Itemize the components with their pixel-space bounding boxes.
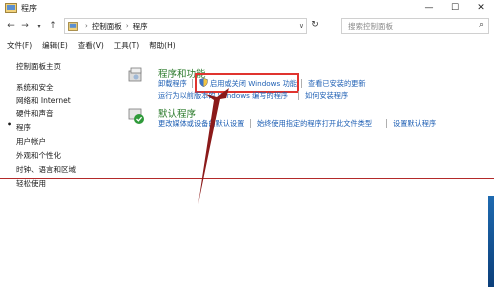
search-placeholder: 搜索控制面板: [348, 21, 393, 31]
desktop-background-strip: [488, 196, 494, 287]
sidebar-item-ease-of-access[interactable]: 轻松使用: [16, 178, 46, 189]
refresh-icon[interactable]: ↻: [308, 18, 322, 32]
back-arrow-icon[interactable]: ←: [4, 19, 18, 33]
control-panel-icon: [5, 3, 17, 13]
forward-arrow-icon[interactable]: →: [18, 19, 32, 33]
sidebar: 控制面板主页 系统和安全 网络和 Internet 硬件和声音 • 程序 用户帐…: [0, 52, 110, 287]
close-button[interactable]: ✕: [468, 0, 494, 16]
menu-bar: 文件(F) 编辑(E) 查看(V) 工具(T) 帮助(H): [0, 39, 494, 51]
always-open-file-type-link[interactable]: 始终使用指定的程序打开此文件类型: [257, 119, 372, 129]
sidebar-item-system-security[interactable]: 系统和安全: [16, 82, 54, 93]
sidebar-item-network[interactable]: 网络和 Internet: [16, 95, 71, 106]
run-older-programs-link[interactable]: 运行为以前版本的 Windows 编写的程序: [158, 91, 288, 101]
link-divider: [301, 79, 302, 88]
uninstall-program-link[interactable]: 卸载程序: [158, 79, 187, 89]
address-bar[interactable]: › 控制面板 › 程序 ∨: [64, 18, 307, 34]
window-title: 程序: [21, 3, 37, 13]
breadcrumb-separator-icon: ›: [85, 22, 88, 30]
minimize-button[interactable]: —: [416, 0, 442, 16]
control-panel-icon: [68, 21, 78, 31]
maximize-button[interactable]: ☐: [442, 0, 468, 16]
set-default-programs-link[interactable]: 设置默认程序: [393, 119, 436, 129]
window-controls: — ☐ ✕: [416, 0, 494, 16]
menu-file[interactable]: 文件(F): [7, 40, 32, 51]
recent-dropdown-icon[interactable]: ▾: [32, 19, 46, 33]
menu-edit[interactable]: 编辑(E): [42, 40, 68, 51]
breadcrumb-control-panel[interactable]: 控制面板: [92, 21, 122, 32]
highlight-box: [195, 73, 299, 93]
search-icon[interactable]: ⌕: [479, 20, 484, 30]
link-divider: [192, 79, 193, 88]
programs-and-features-icon: [128, 67, 142, 82]
link-divider: [298, 91, 299, 100]
sidebar-item-appearance[interactable]: 外观和个性化: [16, 150, 61, 161]
title-bar: 程序 — ☐ ✕: [0, 0, 494, 16]
breadcrumb-separator-icon: ›: [125, 22, 129, 30]
menu-view[interactable]: 查看(V): [78, 40, 104, 51]
link-divider: [250, 119, 251, 128]
menu-tools[interactable]: 工具(T): [114, 40, 139, 51]
current-item-marker-icon: •: [7, 120, 13, 129]
default-programs-icon: [128, 108, 144, 124]
up-arrow-icon[interactable]: ↑: [46, 19, 60, 33]
view-installed-updates-link[interactable]: 查看已安装的更新: [308, 79, 366, 89]
change-media-defaults-link[interactable]: 更改媒体或设备的默认设置: [158, 119, 244, 129]
search-input[interactable]: 搜索控制面板 ⌕: [341, 18, 489, 34]
main-content: 程序和功能 卸载程序 启用或关闭 Windows 功能 查看已安装的更新 运行为…: [110, 52, 494, 287]
menu-help[interactable]: 帮助(H): [149, 40, 176, 51]
navigation-bar: ← → ▾ ↑ › 控制面板 › 程序 ∨ ↻ 搜索控制面板 ⌕: [0, 17, 494, 35]
default-programs-heading[interactable]: 默认程序: [158, 106, 196, 120]
chevron-down-icon[interactable]: ∨: [299, 22, 304, 30]
sidebar-item-user-accounts[interactable]: 用户帐户: [16, 136, 46, 147]
sidebar-item-programs[interactable]: 程序: [16, 122, 31, 133]
sidebar-item-home[interactable]: 控制面板主页: [16, 61, 61, 72]
breadcrumb-programs[interactable]: 程序: [133, 21, 148, 32]
sidebar-item-clock-region[interactable]: 时钟、语言和区域: [16, 164, 76, 175]
sidebar-item-hardware-sound[interactable]: 硬件和声音: [16, 108, 54, 119]
annotation-line: [0, 178, 494, 179]
link-divider: [386, 119, 387, 128]
how-to-install-link[interactable]: 如何安装程序: [305, 91, 348, 101]
